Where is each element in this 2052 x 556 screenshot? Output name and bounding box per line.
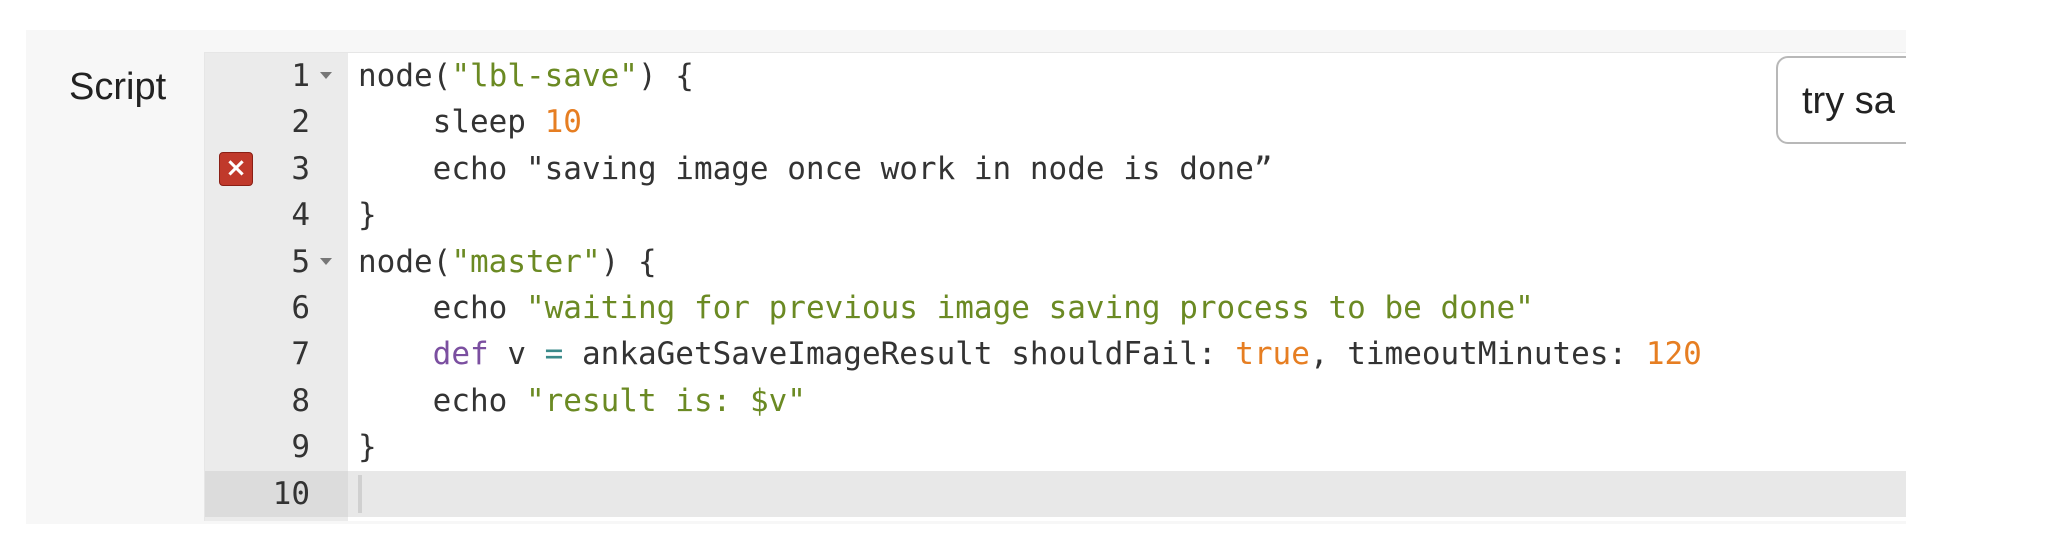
code-token: echo [358, 290, 526, 326]
code-line[interactable]: 2 sleep 10 [205, 99, 1907, 145]
code-token: } [358, 197, 377, 233]
line-number-cell: 8 [205, 378, 348, 424]
line-number: 1 [291, 58, 310, 94]
code-token: } [358, 429, 377, 465]
line-number-cell: 6 [205, 285, 348, 331]
code-token: node( [358, 244, 452, 280]
line-number-cell: 10 [205, 471, 348, 517]
code-text[interactable]: echo "saving image once work in node is … [358, 151, 1273, 187]
code-token: 120 [1645, 336, 1702, 372]
code-token: echo "saving image once work in node is … [358, 151, 1273, 187]
code-line[interactable]: 4} [205, 192, 1907, 238]
code-line[interactable]: 1 node("lbl-save") { [205, 53, 1907, 99]
code-text[interactable]: } [358, 429, 377, 465]
script-editor[interactable]: 1 node("lbl-save") {2 sleep 10 × 3 echo "sa… [204, 52, 1907, 521]
code-token: "result is: $v" [525, 383, 806, 419]
line-number-cell: 9 [205, 424, 348, 470]
code-token: ) { [637, 58, 694, 94]
code-token: ankaGetSaveImageResult shouldFail: [563, 336, 1236, 372]
code-token: v [488, 336, 545, 372]
code-token: true [1235, 336, 1310, 372]
code-text[interactable]: node("lbl-save") { [358, 58, 694, 94]
line-number: 10 [272, 476, 310, 512]
code-token: , timeoutMinutes: [1309, 336, 1646, 372]
fold-arrow-icon[interactable] [320, 72, 332, 79]
line-number: 8 [291, 383, 310, 419]
code-token: "waiting for previous image saving proce… [525, 290, 1534, 326]
code-text[interactable]: def v = ankaGetSaveImageResult shouldFai… [358, 336, 1702, 372]
code-line[interactable]: × 3 echo "saving image once work in node … [205, 146, 1907, 192]
code-text[interactable]: node("master") { [358, 244, 657, 280]
line-number: 9 [291, 429, 310, 465]
page-background-right [1906, 0, 2052, 556]
line-number-cell: 5 [205, 239, 348, 285]
line-number-cell: 1 [205, 53, 348, 99]
code-token: "lbl-save" [451, 58, 638, 94]
line-number-cell: 4 [205, 192, 348, 238]
line-number-cell: 2 [205, 99, 348, 145]
fold-arrow-icon[interactable] [320, 258, 332, 265]
line-number: 3 [291, 151, 310, 187]
code-text[interactable]: } [358, 197, 377, 233]
code-text[interactable]: echo "result is: $v" [358, 383, 806, 419]
line-number-cell: × 3 [205, 146, 348, 192]
code-line[interactable]: 6 echo "waiting for previous image savin… [205, 285, 1907, 331]
code-text[interactable]: echo "waiting for previous image saving … [358, 290, 1534, 326]
code-line[interactable]: 8 echo "result is: $v" [205, 378, 1907, 424]
try-sample-pipeline-label: try sa [1802, 80, 1895, 122]
code-line[interactable]: 10 [205, 471, 1907, 517]
line-number-cell: 7 [205, 331, 348, 377]
error-x-icon[interactable]: × [219, 152, 253, 186]
line-number: 4 [291, 197, 310, 233]
code-token: ) { [600, 244, 657, 280]
line-number: 5 [291, 244, 310, 280]
text-cursor [358, 475, 362, 513]
line-number: 2 [291, 104, 310, 140]
code-token: echo [358, 383, 526, 419]
script-label: Script [69, 66, 167, 108]
code-token: = [544, 336, 564, 372]
code-line[interactable]: 9} [205, 424, 1907, 470]
code-text[interactable]: sleep 10 [358, 104, 582, 140]
line-number: 6 [291, 290, 310, 326]
line-number: 7 [291, 336, 310, 372]
code-token: sleep [358, 104, 545, 140]
code-token: "master" [451, 244, 601, 280]
code-token: def [432, 336, 489, 372]
code-line[interactable]: 5 node("master") { [205, 239, 1907, 285]
code-token: 10 [544, 104, 582, 140]
try-sample-pipeline-button[interactable]: try sa [1776, 56, 1926, 144]
code-token: node( [358, 58, 452, 94]
code-line[interactable]: 7 def v = ankaGetSaveImageResult shouldF… [205, 331, 1907, 377]
